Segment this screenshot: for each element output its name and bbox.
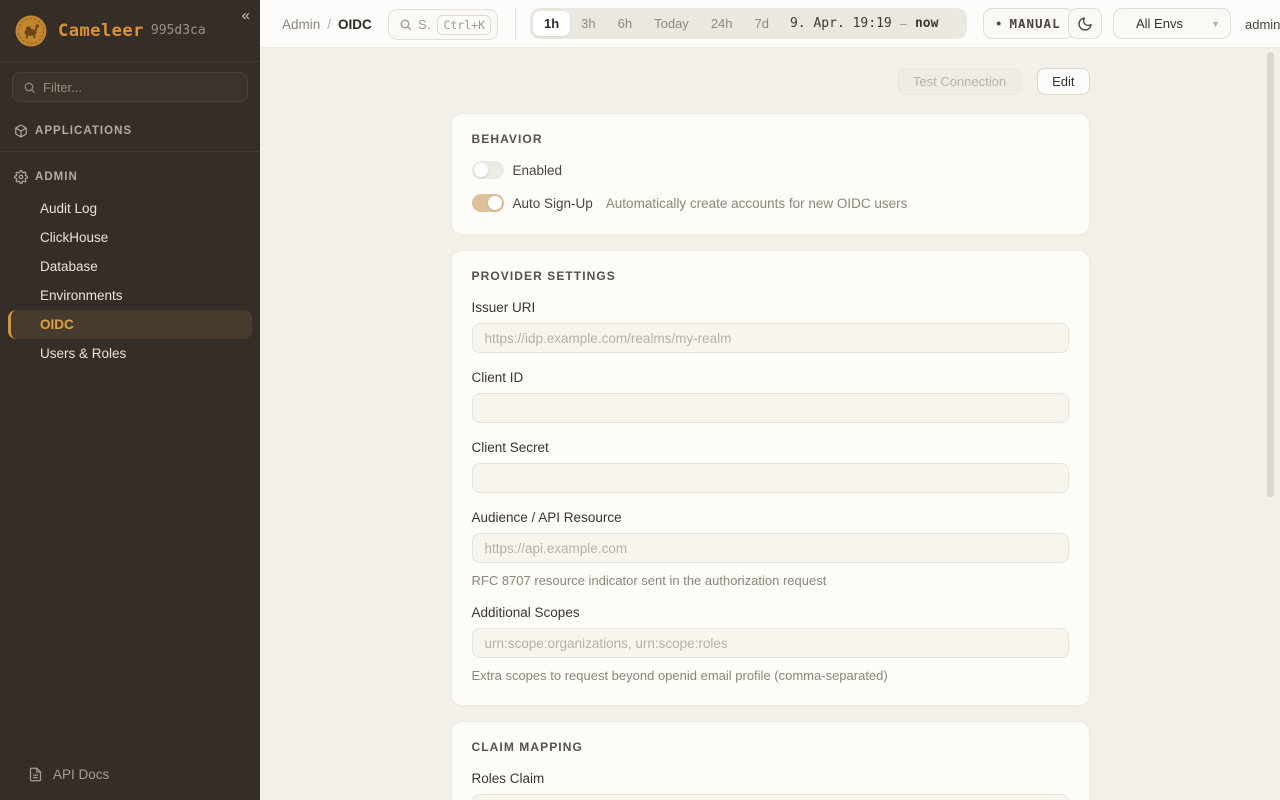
claim-mapping-card: CLAIM MAPPING Roles Claim [451, 721, 1090, 800]
issuer-uri-field: Issuer URI [472, 300, 1069, 353]
enabled-toggle-row: Enabled [472, 161, 1069, 179]
moon-icon [1077, 16, 1093, 32]
client-secret-field: Client Secret [472, 440, 1069, 493]
time-range-bar: 1h 3h 6h Today 24h 7d 9. Apr. 19:19 – no… [530, 8, 967, 39]
client-secret-label: Client Secret [472, 440, 1069, 455]
admin-nav: Audit Log ClickHouse Database Environmen… [0, 190, 260, 368]
environment-selected-value: All Envs [1136, 16, 1211, 31]
breadcrumb: Admin / OIDC [282, 0, 372, 48]
vertical-scrollbar[interactable] [1267, 52, 1274, 497]
page-actions: Test Connection Edit [451, 68, 1090, 95]
sidebar: Cameleer 995d3ca « APPLICATIONS ADMIN Au… [0, 0, 260, 800]
chevron-down-icon: ▼ [1211, 19, 1220, 29]
refresh-mode-label: MANUAL [1009, 16, 1060, 31]
time-range-today[interactable]: Today [643, 11, 700, 36]
time-range-6h[interactable]: 6h [607, 11, 643, 36]
collapse-sidebar-icon[interactable]: « [242, 8, 250, 23]
time-span-display[interactable]: 9. Apr. 19:19 – now [790, 16, 950, 31]
enabled-toggle-label: Enabled [513, 163, 563, 178]
additional-scopes-hint: Extra scopes to request beyond openid em… [472, 668, 1069, 683]
topbar-divider [515, 9, 516, 39]
additional-scopes-field: Additional Scopes Extra scopes to reques… [472, 605, 1069, 683]
provider-settings-card: PROVIDER SETTINGS Issuer URI Client ID C… [451, 250, 1090, 706]
additional-scopes-input[interactable] [472, 628, 1069, 658]
issuer-uri-input[interactable] [472, 323, 1069, 353]
sidebar-item-oidc[interactable]: OIDC [8, 310, 252, 339]
client-id-label: Client ID [472, 370, 1069, 385]
additional-scopes-label: Additional Scopes [472, 605, 1069, 620]
issuer-uri-label: Issuer URI [472, 300, 1069, 315]
sidebar-section-admin[interactable]: ADMIN [0, 164, 260, 190]
time-range-1h[interactable]: 1h [533, 11, 570, 36]
cube-icon [14, 124, 28, 138]
toggle-knob [474, 163, 488, 177]
breadcrumb-separator: / [327, 17, 331, 32]
search-shortcut: Ctrl+K [437, 15, 491, 35]
gear-icon [14, 170, 28, 184]
provider-settings-title: PROVIDER SETTINGS [472, 269, 1069, 283]
breadcrumb-oidc: OIDC [338, 17, 372, 32]
global-search[interactable]: S… Ctrl+K [388, 9, 498, 40]
filter-input[interactable] [43, 80, 237, 95]
sidebar-item-clickhouse[interactable]: ClickHouse [8, 223, 252, 252]
document-icon [28, 767, 43, 782]
sidebar-header: Cameleer 995d3ca « [0, 0, 260, 62]
toggle-knob [488, 196, 502, 210]
sidebar-item-users-roles[interactable]: Users & Roles [8, 339, 252, 368]
search-icon [399, 18, 412, 31]
roles-claim-label: Roles Claim [472, 771, 1069, 786]
time-range-3h[interactable]: 3h [570, 11, 606, 36]
sidebar-filter[interactable] [12, 72, 248, 102]
sidebar-item-environments[interactable]: Environments [8, 281, 252, 310]
auto-signup-toggle-label: Auto Sign-Up [513, 196, 593, 211]
topbar: Admin / OIDC S… Ctrl+K 1h 3h 6h Today 24… [260, 0, 1280, 48]
roles-claim-field: Roles Claim [472, 771, 1069, 800]
status-dot: ● [996, 19, 1001, 28]
test-connection-button[interactable]: Test Connection [898, 68, 1021, 95]
audience-hint: RFC 8707 resource indicator sent in the … [472, 573, 1069, 588]
time-to: now [915, 16, 938, 31]
sidebar-section-applications[interactable]: APPLICATIONS [0, 118, 260, 144]
behavior-card-title: BEHAVIOR [472, 132, 1069, 146]
breadcrumb-admin[interactable]: Admin [282, 17, 320, 32]
time-range-24h[interactable]: 24h [700, 11, 744, 36]
edit-button[interactable]: Edit [1037, 68, 1089, 95]
audience-input[interactable] [472, 533, 1069, 563]
client-id-input[interactable] [472, 393, 1069, 423]
main-content: Test Connection Edit BEHAVIOR Enabled Au… [260, 48, 1280, 800]
api-docs-link[interactable]: API Docs [0, 753, 260, 800]
enabled-toggle[interactable] [472, 161, 504, 179]
claim-mapping-title: CLAIM MAPPING [472, 740, 1069, 754]
section-label: ADMIN [35, 171, 78, 183]
cameleer-logo-icon [14, 14, 48, 48]
time-separator: – [900, 16, 907, 31]
roles-claim-input[interactable] [472, 794, 1069, 800]
auto-signup-toggle[interactable] [472, 194, 504, 212]
search-icon [23, 81, 36, 94]
theme-toggle-button[interactable] [1068, 8, 1102, 39]
environment-select[interactable]: All Envs ▼ [1113, 8, 1231, 39]
sidebar-item-database[interactable]: Database [8, 252, 252, 281]
time-range-7d[interactable]: 7d [744, 11, 780, 36]
sidebar-divider [0, 151, 260, 152]
auto-signup-toggle-row: Auto Sign-Up Automatically create accoun… [472, 194, 1069, 212]
refresh-mode-button[interactable]: ● MANUAL [983, 8, 1074, 39]
api-docs-label: API Docs [53, 767, 109, 782]
audience-field: Audience / API Resource RFC 8707 resourc… [472, 510, 1069, 588]
time-from: 9. Apr. 19:19 [790, 16, 892, 31]
auto-signup-description: Automatically create accounts for new OI… [606, 196, 908, 211]
client-id-field: Client ID [472, 370, 1069, 423]
search-placeholder: S… [418, 17, 431, 32]
section-label: APPLICATIONS [35, 125, 132, 137]
audience-label: Audience / API Resource [472, 510, 1069, 525]
app-title: Cameleer [58, 21, 144, 41]
user-menu[interactable]: admin [1245, 0, 1280, 48]
client-secret-input[interactable] [472, 463, 1069, 493]
app-version: 995d3ca [151, 23, 206, 38]
sidebar-item-audit-log[interactable]: Audit Log [8, 194, 252, 223]
behavior-card: BEHAVIOR Enabled Auto Sign-Up Automatica… [451, 113, 1090, 235]
